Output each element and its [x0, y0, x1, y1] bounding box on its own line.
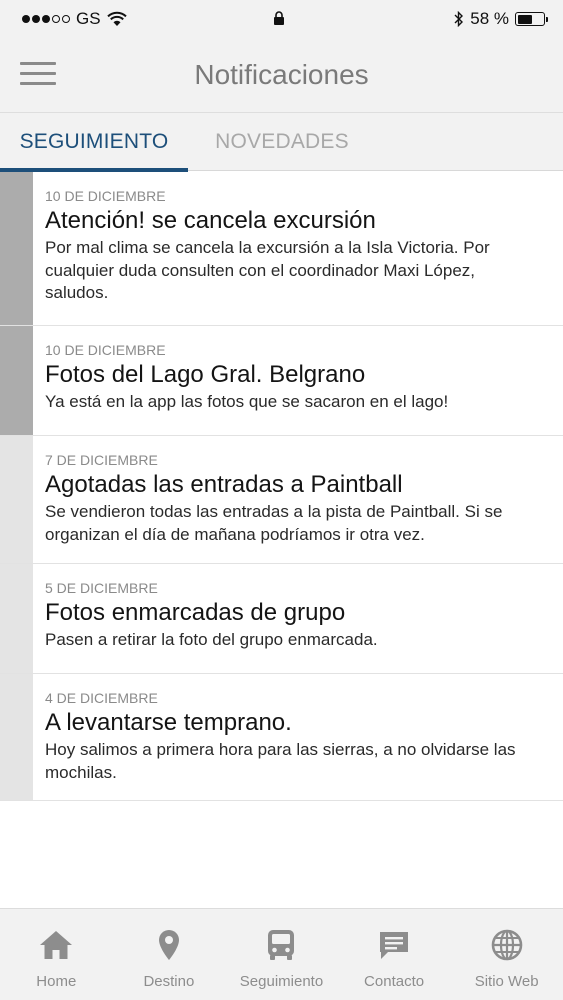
globe-icon: [491, 929, 522, 961]
read-indicator: [0, 564, 33, 673]
nav-label: Contacto: [364, 973, 425, 990]
tab-bar: SEGUIMIENTO NOVEDADES: [0, 113, 563, 172]
notification-item[interactable]: 4 DE DICIEMBRE A levantarse temprano. Ho…: [0, 674, 563, 801]
notification-item[interactable]: 5 DE DICIEMBRE Fotos enmarcadas de grupo…: [0, 564, 563, 674]
nav-label: Sitio Web: [474, 973, 539, 990]
notification-title: Fotos enmarcadas de grupo: [45, 599, 346, 626]
notification-body: Hoy salimos a primera hora para las sier…: [45, 740, 516, 782]
nav-destino[interactable]: Destino: [113, 909, 226, 1000]
nav-contacto[interactable]: Contacto: [338, 909, 451, 1000]
nav-label: Home: [36, 973, 77, 990]
notification-item[interactable]: 10 DE DICIEMBRE Atención! se cancela exc…: [0, 172, 563, 326]
app-header: Notificaciones: [0, 38, 563, 113]
nav-label: Seguimiento: [239, 973, 324, 990]
read-indicator: [0, 674, 33, 800]
battery-percent: 58 %: [470, 9, 509, 28]
notification-list: 10 DE DICIEMBRE Atención! se cancela exc…: [0, 172, 563, 801]
read-indicator: [0, 436, 33, 563]
status-right: 58 %: [454, 9, 548, 29]
notification-body: Por mal clima se cancela la excursión a …: [45, 238, 490, 302]
notification-body: Se vendieron todas las entradas a la pis…: [45, 502, 503, 544]
status-left: GS: [22, 9, 127, 29]
nav-sitio-web[interactable]: Sitio Web: [450, 909, 563, 1000]
bottom-nav: Home Destino Seguimiento Contacto Sitio …: [0, 908, 563, 1000]
carrier-name: GS: [76, 9, 101, 28]
notification-title: Agotadas las entradas a Paintball: [45, 471, 403, 498]
notification-item[interactable]: 7 DE DICIEMBRE Agotadas las entradas a P…: [0, 436, 563, 564]
notification-date: 10 DE DICIEMBRE: [45, 188, 166, 204]
lock-icon: [274, 11, 284, 25]
notification-date: 4 DE DICIEMBRE: [45, 690, 158, 706]
battery-icon: [515, 12, 548, 26]
signal-strength-icon: [22, 15, 70, 23]
chat-bubble-icon: [380, 932, 409, 959]
nav-seguimiento[interactable]: Seguimiento: [225, 909, 338, 1000]
unread-indicator: [0, 172, 33, 325]
bluetooth-icon: [454, 11, 464, 27]
bus-icon: [268, 930, 295, 960]
wifi-icon: [106, 11, 127, 26]
home-icon: [40, 931, 73, 959]
notification-body: Pasen a retirar la foto del grupo enmarc…: [45, 630, 378, 649]
notification-body: Ya está en la app las fotos que se sacar…: [45, 392, 449, 411]
unread-indicator: [0, 326, 33, 435]
nav-home[interactable]: Home: [0, 909, 113, 1000]
notification-title: A levantarse temprano.: [45, 709, 292, 736]
notification-item[interactable]: 10 DE DICIEMBRE Fotos del Lago Gral. Bel…: [0, 326, 563, 436]
notification-date: 5 DE DICIEMBRE: [45, 580, 158, 596]
page-title: Notificaciones: [194, 59, 369, 90]
notification-date: 10 DE DICIEMBRE: [45, 342, 166, 358]
status-bar: GS 58 %: [0, 0, 563, 38]
tab-seguimiento[interactable]: SEGUIMIENTO: [0, 113, 188, 172]
notification-title: Atención! se cancela excursión: [45, 207, 376, 234]
location-pin-icon: [158, 930, 179, 960]
notification-date: 7 DE DICIEMBRE: [45, 452, 158, 468]
tab-novedades[interactable]: NOVEDADES: [188, 113, 376, 171]
nav-label: Destino: [143, 973, 195, 990]
notification-title: Fotos del Lago Gral. Belgrano: [45, 361, 366, 388]
